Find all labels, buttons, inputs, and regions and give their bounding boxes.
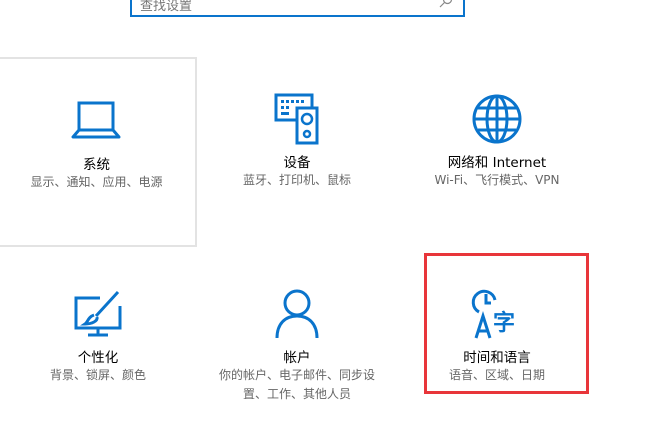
tile-title: 系统 [83,157,110,173]
tile-system[interactable]: 系统 显示、通知、应用、电源 [0,57,197,247]
tile-title: 设备 [283,155,311,171]
tile-title: 帐户 [283,350,311,366]
paint-brush-icon [74,290,122,337]
tile-subtitle: 你的帐户、电子邮件、同步设置、工作、其他人员 [219,368,376,401]
selection-highlight [424,253,589,394]
tile-network[interactable]: 网络和 Internet Wi-Fi、飞行模式、VPN [397,57,597,247]
person-icon [275,289,319,339]
devices-icon [274,93,319,145]
tile-devices[interactable]: 设备 蓝牙、打印机、鼠标 [197,57,397,247]
search-icon[interactable] [439,0,453,8]
tile-subtitle: 蓝牙、打印机、鼠标 [242,173,351,187]
tile-title: 网络和 Internet [447,155,547,171]
tile-title: 个性化 [77,350,119,366]
tile-subtitle: 背景、锁屏、颜色 [49,368,146,382]
search-input[interactable]: 查找设置 [130,0,465,17]
tile-accounts[interactable]: 帐户 你的帐户、电子邮件、同步设置、工作、其他人员 [197,252,397,442]
search-placeholder: 查找设置 [140,0,193,14]
laptop-icon [71,101,120,139]
globe-icon [472,94,522,144]
tile-subtitle: 显示、通知、应用、电源 [30,175,163,189]
tile-personalization[interactable]: 个性化 背景、锁屏、颜色 [0,252,198,442]
tile-subtitle: Wi-Fi、飞行模式、VPN [434,173,560,187]
